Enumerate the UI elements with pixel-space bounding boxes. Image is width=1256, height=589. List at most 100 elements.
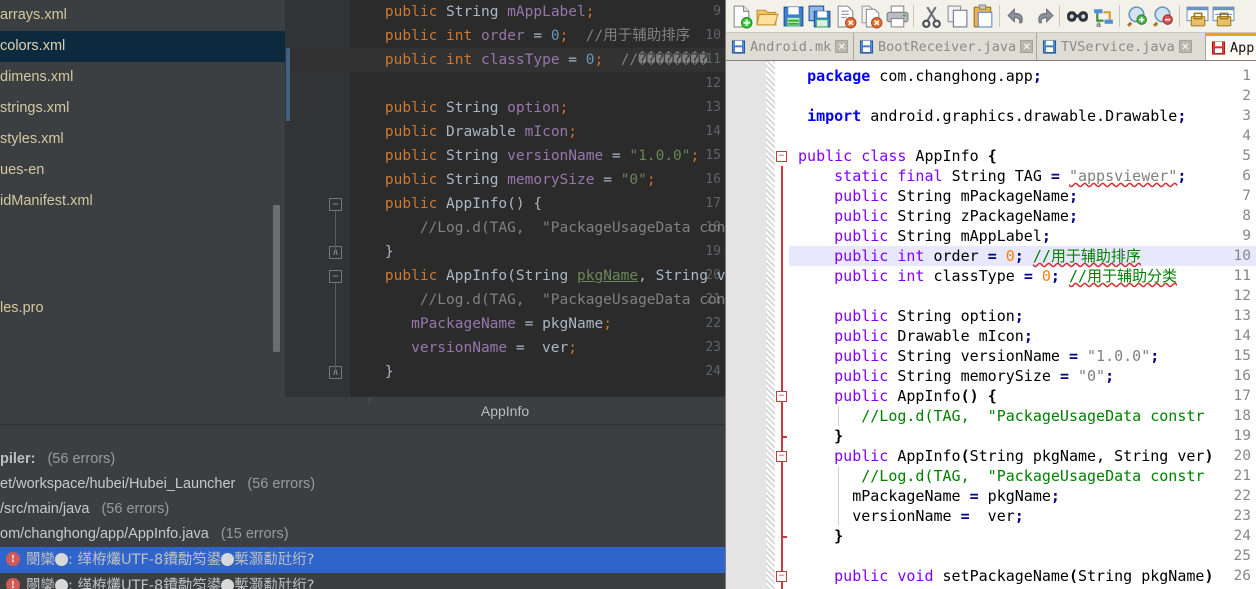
message-row[interactable]: et/workspace/hubei/Hubei_Launcher (56 er… xyxy=(0,472,725,496)
toolbar-save-all-button[interactable] xyxy=(807,4,832,29)
npp-fold-toggle[interactable]: − xyxy=(776,571,787,582)
npp-fold-toggle[interactable]: − xyxy=(776,151,787,162)
code-token: setPackageName xyxy=(933,567,1069,585)
ide-code-editor[interactable]: 9 public String mAppLabel; 10 public int … xyxy=(285,0,725,396)
tree-item[interactable]: colors.xml xyxy=(0,31,285,62)
npp-fold-toggle[interactable]: − xyxy=(776,451,787,462)
toolbar-undo-button[interactable] xyxy=(1005,4,1030,29)
tab-close-button[interactable]: ✕ xyxy=(835,40,849,53)
tree-item[interactable]: strings.xml xyxy=(0,93,285,124)
npp-line-number: 20 xyxy=(1233,448,1251,464)
project-tree-hscroll-track[interactable] xyxy=(0,409,285,418)
tree-item[interactable]: styles.xml xyxy=(0,124,285,155)
toolbar-close-file-button[interactable] xyxy=(833,4,858,29)
tab-tvservice-java[interactable]: TVService.java ✕ xyxy=(1037,33,1206,60)
toolbar-zoom-out-button[interactable] xyxy=(1151,4,1176,29)
toolbar-sync-horizontal-button[interactable] xyxy=(1211,4,1236,29)
tab-close-button[interactable]: ✕ xyxy=(1178,40,1192,53)
code-token: int xyxy=(897,267,925,285)
code-token: String xyxy=(655,268,708,284)
code-token: = xyxy=(559,52,586,68)
code-token: = xyxy=(960,507,970,525)
tab-close-button[interactable]: ✕ xyxy=(1020,40,1034,53)
code-token: order xyxy=(480,28,525,44)
toolbar-copy-button[interactable] xyxy=(945,4,970,29)
code-token: public xyxy=(834,447,889,465)
code-token: public xyxy=(798,147,853,165)
project-tree[interactable]: uesarrays.xmlcolors.xmldimens.xmlstrings… xyxy=(0,0,285,424)
npp-bookmark-margin[interactable] xyxy=(766,61,775,589)
ide-code-line: public String mAppLabel; xyxy=(350,0,595,24)
npp-code-line: public class AppInfo { xyxy=(789,146,997,166)
save-file-icon xyxy=(781,6,806,33)
code-token: "0" xyxy=(620,172,647,188)
ide-fold-connector xyxy=(335,211,336,252)
tree-item[interactable]: ues-en xyxy=(0,155,285,186)
toolbar-redo-button[interactable] xyxy=(1031,4,1056,29)
code-token: } xyxy=(350,364,394,380)
message-row[interactable]: piler: (56 errors) xyxy=(0,447,725,471)
npp-line-number: 2 xyxy=(1242,88,1251,104)
toolbar-save-file-button[interactable] xyxy=(781,4,806,29)
project-tree-vscroll-thumb[interactable] xyxy=(273,205,280,352)
toolbar-paste-button[interactable] xyxy=(971,4,996,29)
toolbar-sync-vertical-button[interactable] xyxy=(1185,4,1210,29)
message-row[interactable]: om/changhong/app/AppInfo.java (15 errors… xyxy=(0,522,725,546)
error-row[interactable]: ! 閿欒: 缂栫爜UTF-8鐨勪笉鍙 槧灏勫瓧绗? xyxy=(0,547,725,573)
notepadpp-tab-bar[interactable]: Android.mk ✕ BootReceiver.java ✕ TVService.j… xyxy=(726,33,1256,60)
toolbar-zoom-in-button[interactable] xyxy=(1125,4,1150,29)
tree-item[interactable]: dimens.xml xyxy=(0,62,285,93)
code-token: public xyxy=(834,327,889,345)
tree-item[interactable]: arrays.xml xyxy=(0,0,285,31)
npp-line-number: 14 xyxy=(1233,328,1251,344)
code-token: } xyxy=(834,427,844,445)
ide-code-line: public String option; xyxy=(350,96,568,120)
toolbar-replace-button[interactable]: a xyxy=(1091,4,1116,29)
message-row[interactable]: /src/main/java (56 errors) xyxy=(0,497,725,521)
npp-code-line: //Log.d(TAG, "PackageUsageData constr xyxy=(789,466,1204,486)
code-token: memorySize xyxy=(507,172,595,188)
tab-app[interactable]: App xyxy=(1206,33,1256,60)
toolbar-print-button[interactable] xyxy=(885,4,910,29)
tree-item-label: les.pro xyxy=(0,300,44,316)
ide-code-line: } xyxy=(350,360,394,384)
tab-android-mk[interactable]: Android.mk ✕ xyxy=(726,33,854,60)
ide-fold-toggle[interactable]: − xyxy=(329,198,342,211)
messages-panel[interactable]: piler: (56 errors) et/workspace/hubei/Hub… xyxy=(0,424,725,589)
code-token: ; xyxy=(1105,367,1115,385)
tree-item[interactable]: les.pro xyxy=(0,293,285,324)
code-token: 0 xyxy=(550,28,560,44)
code-token: String xyxy=(951,167,1006,185)
ide-fold-toggle[interactable]: − xyxy=(329,270,342,283)
npp-fold-toggle[interactable]: − xyxy=(776,391,787,402)
toolbar-open-file-button[interactable] xyxy=(755,4,780,29)
code-token: versionName xyxy=(789,507,961,525)
notepadpp-editor[interactable]: 1 package com.changhong.app; 2 3 import an… xyxy=(726,60,1256,589)
tree-item[interactable]: idManifest.xml xyxy=(0,186,285,217)
breadcrumb[interactable]: AppInfo xyxy=(285,397,725,425)
toolbar-new-file-button[interactable] xyxy=(729,4,754,29)
toolbar-cut-button[interactable] xyxy=(919,4,944,29)
code-token: mIcon xyxy=(524,124,569,140)
npp-code-line: public String mPackageName; xyxy=(789,186,1078,206)
toolbar-close-all-button[interactable] xyxy=(859,4,884,29)
toolbar-find-button[interactable] xyxy=(1065,4,1090,29)
npp-fold-bracket-line xyxy=(781,166,783,589)
code-token: ) xyxy=(1204,447,1214,465)
tab-bootreceiver-java[interactable]: BootReceiver.java ✕ xyxy=(854,33,1037,60)
error-row[interactable]: ! 閿欒: 缂栫爜UTF-8鐨勪笉鍙 槧灏勫瓧绗? xyxy=(0,573,725,589)
npp-line-number: 21 xyxy=(1233,468,1251,484)
code-token: ( xyxy=(1068,567,1078,585)
tree-item-label: strings.xml xyxy=(0,100,70,116)
